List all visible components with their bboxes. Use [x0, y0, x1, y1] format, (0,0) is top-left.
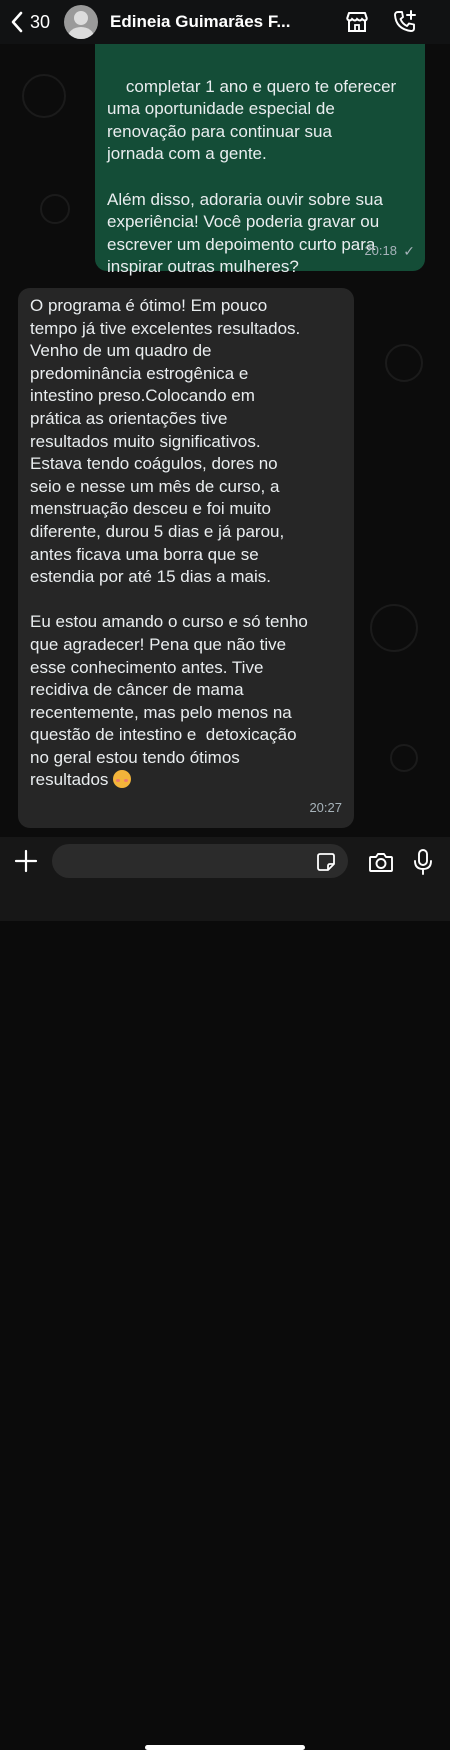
- chevron-left-icon: [11, 11, 23, 33]
- message-text: completar 1 ano e quero te oferecer uma …: [107, 76, 397, 277]
- outgoing-message[interactable]: completar 1 ano e quero te oferecer uma …: [95, 44, 425, 276]
- message-time: 20:27: [309, 800, 342, 816]
- avatar[interactable]: [64, 5, 99, 39]
- message-composer: [0, 837, 450, 1750]
- sent-check-icon: ✓: [403, 243, 415, 260]
- microphone-icon[interactable]: [413, 848, 433, 876]
- add-call-icon[interactable]: [392, 9, 418, 35]
- message-text: O programa é ótimo! Em pouco tempo já ti…: [30, 296, 308, 790]
- chat-area[interactable]: completar 1 ano e quero te oferecer uma …: [0, 44, 450, 837]
- contact-name[interactable]: Edineia Guimarães F...: [110, 12, 320, 32]
- unread-count: 30: [30, 11, 51, 32]
- sticker-icon[interactable]: [316, 852, 336, 872]
- camera-icon[interactable]: [368, 850, 394, 874]
- message-time: 20:18: [364, 243, 397, 259]
- store-icon[interactable]: [344, 9, 370, 35]
- incoming-message[interactable]: O programa é ótimo! Em pouco tempo já ti…: [18, 288, 354, 828]
- back-button[interactable]: 30: [10, 10, 50, 34]
- home-indicator[interactable]: [145, 1745, 305, 1750]
- message-input[interactable]: [52, 844, 348, 878]
- chat-header: 30 Edineia Guimarães F...: [0, 0, 450, 44]
- smiling-face-with-hearts-icon: [113, 770, 132, 789]
- plus-icon[interactable]: [14, 849, 38, 873]
